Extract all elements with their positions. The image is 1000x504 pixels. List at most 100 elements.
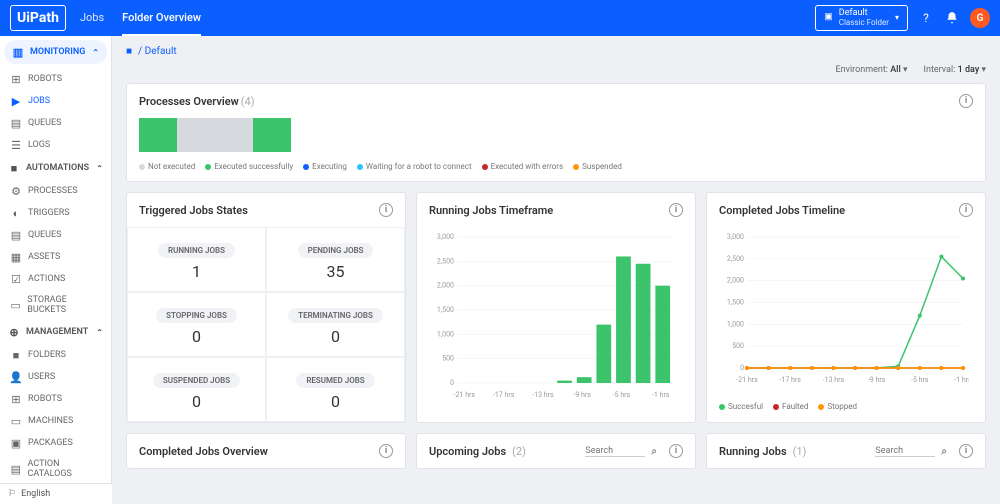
globe-icon: ⊕	[8, 326, 20, 338]
info-icon[interactable]: i	[669, 444, 683, 458]
bolt-icon: ◐	[10, 207, 22, 219]
sidebar-item-queues[interactable]: ▤QUEUES	[0, 112, 111, 134]
sidebar-item-users[interactable]: 👤USERS	[0, 366, 111, 388]
svg-text:500: 500	[732, 342, 744, 350]
sidebar-section-automations[interactable]: ■ AUTOMATIONS⌃	[0, 156, 111, 180]
info-icon[interactable]: i	[959, 94, 973, 108]
info-icon[interactable]: i	[379, 203, 393, 217]
svg-text:500: 500	[442, 355, 454, 363]
search-icon[interactable]: ⌕	[651, 446, 657, 457]
tab-jobs[interactable]: Jobs	[80, 1, 104, 36]
sidebar-section-management[interactable]: ⊕ MANAGEMENT⌃	[0, 320, 111, 344]
upcoming-jobs-card: Upcoming Jobs (2) ⌕ i	[416, 433, 696, 469]
svg-text:-1 hrs: -1 hrs	[652, 391, 670, 399]
stat-cell: TERMINATING JOBS0	[266, 292, 405, 357]
card-title: Upcoming Jobs	[429, 445, 506, 458]
svg-text:-1 hrs: -1 hrs	[954, 376, 969, 384]
folder-icon: ■	[10, 349, 22, 361]
timeline-legend: SuccesfulFaultedStopped	[707, 398, 985, 421]
svg-text:-9 hrs: -9 hrs	[868, 376, 886, 384]
sidebar-item-logs[interactable]: ☰LOGS	[0, 134, 111, 156]
svg-text:0: 0	[450, 379, 454, 387]
svg-text:2,500: 2,500	[727, 255, 744, 263]
info-icon[interactable]: i	[669, 203, 683, 217]
search-input[interactable]	[875, 446, 935, 457]
sidebar-item-robots2[interactable]: ⊞ROBOTS	[0, 388, 111, 410]
folder-select-button[interactable]: ▣ Default Classic Folder ▾	[815, 5, 908, 32]
sidebar-item-queues2[interactable]: ▤QUEUES	[0, 224, 111, 246]
chevron-down-icon: ▾	[895, 14, 899, 23]
svg-text:-17 hrs: -17 hrs	[493, 391, 515, 399]
card-title: Processes Overview	[139, 95, 239, 108]
card-title: Running Jobs Timeframe	[429, 204, 553, 217]
language-selector[interactable]: ⚐ English	[0, 483, 112, 504]
check-icon: ☑	[10, 273, 22, 285]
sidebar-item-assets[interactable]: ▦ASSETS	[0, 246, 111, 268]
sidebar-item-packages[interactable]: ▣PACKAGES	[0, 432, 111, 454]
completed-overview-card: Completed Jobs Overview i	[126, 433, 406, 469]
robot-icon: ⊞	[10, 73, 22, 85]
sidebar-section-monitoring[interactable]: ▥ MONITORING⌃	[4, 40, 107, 64]
svg-text:2,000: 2,000	[727, 277, 744, 285]
bucket-icon: ▭	[10, 299, 21, 311]
line-chart: 05001,0001,5002,0002,5003,000-21 hrs-17 …	[719, 231, 969, 386]
folder-icon: ▣	[824, 13, 833, 23]
help-icon[interactable]: ?	[918, 10, 934, 26]
info-icon[interactable]: i	[959, 444, 973, 458]
processes-legend: Not executedExecuted successfullyExecuti…	[127, 158, 985, 181]
avatar[interactable]: G	[970, 8, 990, 28]
sidebar-item-machines[interactable]: ▭MACHINES	[0, 410, 111, 432]
triggered-grid: RUNNING JOBS1PENDING JOBS35STOPPING JOBS…	[127, 227, 405, 422]
svg-text:-9 hrs: -9 hrs	[573, 391, 591, 399]
box-icon: ▦	[10, 251, 22, 263]
stat-cell: STOPPING JOBS0	[127, 292, 266, 357]
svg-text:2,500: 2,500	[437, 257, 454, 265]
sidebar-item-actions[interactable]: ☑ACTIONS	[0, 268, 111, 290]
sidebar-item-jobs[interactable]: ▶JOBS	[0, 90, 111, 112]
sidebar-item-processes[interactable]: ⚙PROCESSES	[0, 180, 111, 202]
filters: Environment: All ▾ Interval: 1 day ▾	[126, 65, 986, 75]
sidebar: ▥ MONITORING⌃ ⊞ROBOTS ▶JOBS ▤QUEUES ☰LOG…	[0, 36, 112, 504]
folder-icon: ■	[126, 46, 132, 57]
processes-overview-card: Processes Overview (4) i Not executedExe…	[126, 83, 986, 182]
sidebar-item-robots[interactable]: ⊞ROBOTS	[0, 68, 111, 90]
sidebar-item-catalogs[interactable]: ▤ACTION CATALOGS	[0, 454, 111, 484]
svg-text:0: 0	[740, 364, 744, 372]
user-icon: 👤	[10, 371, 22, 383]
queue-icon: ▤	[10, 117, 22, 129]
tree-icon: ⚙	[10, 185, 22, 197]
breadcrumb[interactable]: ■ / Default	[126, 46, 986, 57]
chevron-up-icon: ⌃	[96, 328, 103, 337]
svg-text:3,000: 3,000	[727, 233, 744, 241]
stat-cell: RUNNING JOBS1	[127, 227, 266, 292]
chevron-up-icon: ⌃	[92, 48, 99, 57]
stat-cell: PENDING JOBS35	[266, 227, 405, 292]
content: ■ / Default Environment: All ▾ Interval:…	[112, 36, 1000, 504]
machine-icon: ▭	[10, 415, 22, 427]
search-icon[interactable]: ⌕	[941, 446, 947, 457]
topbar: UiPath Jobs Folder Overview ▣ Default Cl…	[0, 0, 1000, 36]
interval-filter[interactable]: Interval: 1 day ▾	[924, 65, 986, 75]
bell-icon[interactable]	[944, 10, 960, 26]
svg-text:1,000: 1,000	[437, 330, 454, 338]
svg-text:-13 hrs: -13 hrs	[823, 376, 845, 384]
catalog-icon: ▤	[10, 463, 22, 475]
sidebar-item-folders[interactable]: ■FOLDERS	[0, 344, 111, 366]
info-icon[interactable]: i	[379, 444, 393, 458]
sidebar-item-triggers[interactable]: ◐TRIGGERS	[0, 202, 111, 224]
svg-text:2,000: 2,000	[437, 282, 454, 290]
card-title: Triggered Jobs States	[139, 204, 248, 217]
sidebar-item-storage[interactable]: ▭STORAGE BUCKETS	[0, 290, 111, 320]
svg-text:-17 hrs: -17 hrs	[780, 376, 802, 384]
tab-folder-overview[interactable]: Folder Overview	[122, 1, 201, 36]
triggered-jobs-card: Triggered Jobs States i RUNNING JOBS1PEND…	[126, 192, 406, 423]
stat-cell: RESUMED JOBS0	[266, 357, 405, 422]
search-input[interactable]	[585, 446, 645, 457]
package-icon: ▣	[10, 437, 22, 449]
chevron-down-icon: ▾	[903, 65, 908, 75]
completed-timeline-card: Completed Jobs Timelinei 05001,0001,5002…	[706, 192, 986, 423]
info-icon[interactable]: i	[959, 203, 973, 217]
queue-icon: ▤	[10, 229, 22, 241]
environment-filter[interactable]: Environment: All ▾	[836, 65, 908, 75]
running-jobs-card: Running Jobs (1) ⌕ i	[706, 433, 986, 469]
